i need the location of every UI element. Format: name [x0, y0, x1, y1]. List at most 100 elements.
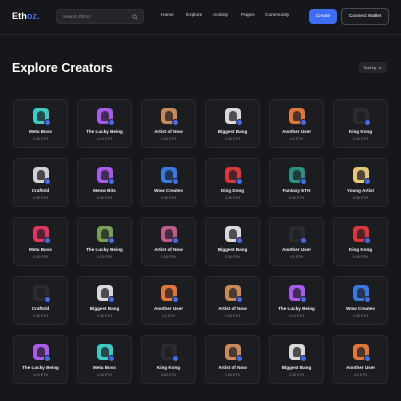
search-icon[interactable]	[132, 14, 138, 20]
verified-badge-icon	[171, 355, 179, 362]
creator-avatar	[288, 108, 307, 126]
creator-grid: Meta Boss 0.25 ETH The Lucky Being 4.10 ETH…	[13, 99, 389, 384]
creator-card[interactable]: Meow Bits 6.30 ETH	[77, 158, 132, 207]
creator-avatar	[160, 108, 179, 126]
creator-card[interactable]: King Kong 5.60 ETH	[141, 335, 196, 384]
verified-badge-icon	[299, 178, 307, 185]
nav-pages[interactable]: Pages	[241, 13, 255, 18]
creator-card[interactable]: Meta Boss 0.25 ETH	[13, 217, 68, 266]
nav-activity[interactable]: Activity	[213, 13, 228, 18]
creator-card[interactable]: King Kong 5.60 ETH	[333, 99, 388, 148]
avatar-icon	[100, 170, 109, 180]
creator-card[interactable]: The Lucky Being 4.10 ETH	[77, 99, 132, 148]
logo[interactable]: Ethoz.	[12, 11, 40, 21]
creator-name: The Lucky Being	[86, 129, 123, 134]
creator-card[interactable]: Wow Creates 2.39 ETH	[333, 276, 388, 325]
creator-avatar	[288, 226, 307, 244]
avatar-icon	[100, 111, 109, 121]
creator-card[interactable]: Artist of Now 1.50 ETH	[141, 217, 196, 266]
verified-badge-icon	[171, 119, 179, 126]
creator-card[interactable]: The Lucky Being 4.10 ETH	[13, 335, 68, 384]
search-input[interactable]	[63, 14, 131, 19]
creator-name: The Lucky Being	[86, 247, 123, 252]
creator-card[interactable]: King Kong 5.60 ETH	[333, 217, 388, 266]
creator-name: Young Artist	[346, 188, 375, 193]
create-button[interactable]: Create	[309, 9, 337, 24]
verified-badge-icon	[43, 355, 51, 362]
creator-avatar	[224, 226, 243, 244]
creator-name: King Kong	[348, 129, 373, 134]
creator-avatar	[160, 167, 179, 185]
creator-name: Artist of Now	[154, 247, 183, 252]
creator-name: Another User	[281, 247, 312, 252]
verified-badge-icon	[363, 237, 371, 244]
creator-name: Another User	[345, 365, 376, 370]
creator-name: Meta Boss	[29, 247, 52, 252]
avatar-icon	[292, 347, 301, 357]
creator-card[interactable]: Biggest Bang 3.30 ETH	[77, 276, 132, 325]
creator-name: Biggest Bang	[281, 365, 312, 370]
creator-eth-value: 1.50 ETH	[224, 314, 241, 318]
creator-card[interactable]: Artist of Now 1.50 ETH	[141, 99, 196, 148]
nav-home[interactable]: Home	[161, 13, 174, 18]
creator-card[interactable]: Another User 4.0 ETH	[269, 99, 324, 148]
creator-card[interactable]: Meta Boss 0.25 ETH	[77, 335, 132, 384]
verified-badge-icon	[363, 355, 371, 362]
avatar-icon	[356, 111, 365, 121]
creator-name: Meta Boss	[93, 365, 116, 370]
creator-card[interactable]: Artist of Now 1.50 ETH	[205, 335, 260, 384]
avatar-icon	[164, 347, 173, 357]
creator-card[interactable]: Artist of Now 1.50 ETH	[205, 276, 260, 325]
creator-card[interactable]: Meta Boss 0.25 ETH	[13, 99, 68, 148]
verified-badge-icon	[299, 119, 307, 126]
creator-card[interactable]: Biggest Bang 3.30 ETH	[205, 217, 260, 266]
creator-name: Artist of Now	[218, 306, 247, 311]
verified-badge-icon	[235, 355, 243, 362]
creator-avatar	[32, 108, 51, 126]
creator-eth-value: 2.39 ETH	[352, 314, 369, 318]
creator-card[interactable]: The Lucky Being 4.10 ETH	[269, 276, 324, 325]
creator-eth-value: 1.50 ETH	[160, 255, 177, 259]
top-header: Ethoz. Home Explore Activity Pages Commu…	[0, 0, 401, 34]
avatar-icon	[228, 347, 237, 357]
creator-eth-value: 4.0 ETH	[353, 373, 368, 377]
creator-avatar	[352, 226, 371, 244]
creator-card[interactable]: The Lucky Being 4.10 ETH	[77, 217, 132, 266]
creator-card[interactable]: Another User 4.0 ETH	[269, 217, 324, 266]
creator-card[interactable]: Craftold 4.39 ETH	[13, 158, 68, 207]
nav-community[interactable]: Community	[265, 13, 289, 18]
avatar-icon	[164, 288, 173, 298]
creator-card[interactable]: Biggest Bang 3.30 ETH	[205, 99, 260, 148]
creator-card[interactable]: Fantasy ETH 5.60 ETH	[269, 158, 324, 207]
creator-avatar	[224, 167, 243, 185]
avatar-icon	[228, 229, 237, 239]
creator-card[interactable]: Biggest Bang 3.30 ETH	[269, 335, 324, 384]
creator-avatar	[96, 167, 115, 185]
verified-badge-icon	[107, 119, 115, 126]
creator-eth-value: 4.10 ETH	[288, 314, 305, 318]
creator-name: The Lucky Being	[22, 365, 59, 370]
verified-badge-icon	[235, 296, 243, 303]
verified-badge-icon	[43, 119, 51, 126]
verified-badge-icon	[299, 355, 307, 362]
creator-eth-value: 4.39 ETH	[32, 196, 49, 200]
creator-eth-value: 4.10 ETH	[96, 137, 113, 141]
creator-avatar	[32, 226, 51, 244]
creator-name: Biggest Bang	[217, 129, 248, 134]
connect-wallet-button[interactable]: Connect Wallet	[341, 8, 389, 25]
creator-card[interactable]: Wow Creates 2.39 ETH	[141, 158, 196, 207]
creator-card[interactable]: Another User 4.0 ETH	[141, 276, 196, 325]
creator-avatar	[96, 226, 115, 244]
creator-name: Craftold	[31, 306, 50, 311]
nav-explore[interactable]: Explore	[186, 13, 202, 18]
verified-badge-icon	[299, 296, 307, 303]
creator-card[interactable]: Craftold 4.39 ETH	[13, 276, 68, 325]
creator-card[interactable]: Young Artist 8.00 ETH	[333, 158, 388, 207]
creator-card[interactable]: Ding Dong 2.00 ETH	[205, 158, 260, 207]
creator-name: Ding Dong	[220, 188, 245, 193]
creator-avatar	[96, 108, 115, 126]
chevron-down-icon	[378, 66, 382, 69]
sort-dropdown[interactable]: Sort by	[359, 62, 387, 73]
creator-card[interactable]: Another User 4.0 ETH	[333, 335, 388, 384]
creator-avatar	[352, 285, 371, 303]
